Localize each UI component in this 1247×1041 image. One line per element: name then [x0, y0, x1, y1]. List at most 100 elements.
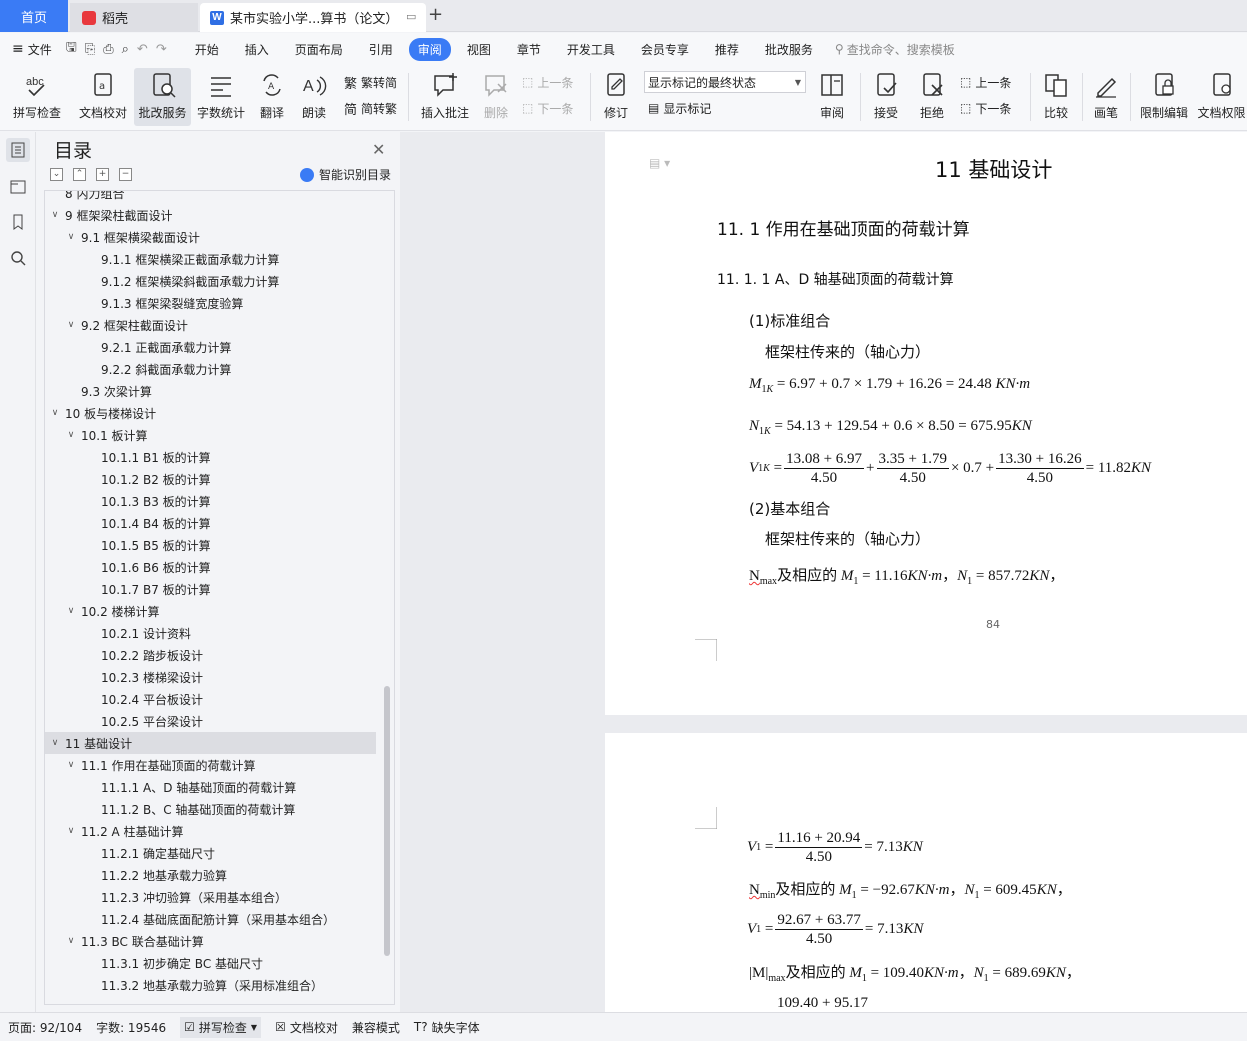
- print-preview-icon[interactable]: ⌕: [122, 42, 129, 57]
- toc-item[interactable]: 10.1.5 B5 板的计算: [45, 534, 376, 556]
- menu-member[interactable]: 会员专享: [631, 38, 699, 61]
- toc-item[interactable]: 9.2.1 正截面承载力计算: [45, 336, 376, 358]
- review-pane-button[interactable]: 审阅: [812, 68, 852, 126]
- compat-mode-indicator[interactable]: 兼容模式: [352, 1019, 400, 1036]
- toc-scrollbar[interactable]: [378, 191, 394, 1004]
- add-heading-icon[interactable]: +: [96, 168, 109, 181]
- simp-to-trad-button[interactable]: 简 简转繁: [344, 97, 397, 119]
- paragraph-layout-icon[interactable]: ▤ ▾: [649, 156, 670, 170]
- undo-icon[interactable]: ↶: [137, 42, 148, 57]
- toc-item[interactable]: 10.2.4 平台板设计: [45, 688, 376, 710]
- toc-item[interactable]: ∨ 10.2 楼梯计算: [45, 600, 376, 622]
- menu-review[interactable]: 审阅: [408, 37, 451, 61]
- close-icon[interactable]: ✕: [372, 140, 385, 159]
- new-tab-button[interactable]: +: [428, 4, 443, 25]
- toc-item[interactable]: ∨ 11 基础设计: [45, 732, 376, 754]
- page-indicator[interactable]: 页面: 92/104: [8, 1019, 82, 1036]
- markup-state-select[interactable]: 显示标记的最终状态 ▼: [644, 71, 806, 93]
- toc-item[interactable]: 10.1.6 B6 板的计算: [45, 556, 376, 578]
- toc-item[interactable]: 11.1.2 B、C 轴基础顶面的荷载计算: [45, 798, 376, 820]
- next-comment-button[interactable]: ⬚ 下一条: [522, 97, 573, 119]
- prev-change-button[interactable]: ⬚ 上一条: [960, 71, 1011, 93]
- toc-item[interactable]: 10.1.7 B7 板的计算: [45, 578, 376, 600]
- menu-recommend[interactable]: 推荐: [705, 38, 749, 61]
- toc-item[interactable]: 11.3.1 初步确定 BC 基础尺寸: [45, 952, 376, 974]
- pen-button[interactable]: 画笔: [1088, 68, 1124, 126]
- menu-insert[interactable]: 插入: [235, 38, 279, 61]
- menu-references[interactable]: 引用: [359, 38, 403, 61]
- bookmark-icon[interactable]: [6, 210, 30, 234]
- toc-item[interactable]: ∨ 9 框架梁柱截面设计: [45, 204, 376, 226]
- chevron-down-icon[interactable]: ∨: [65, 826, 77, 836]
- translate-button[interactable]: A 翻译: [252, 68, 292, 126]
- toc-item[interactable]: ∨ 9.1 框架横梁截面设计: [45, 226, 376, 248]
- menu-developer[interactable]: 开发工具: [557, 38, 625, 61]
- doc-proof-button[interactable]: a 文档校对: [72, 68, 134, 126]
- chevron-down-icon[interactable]: ∨: [49, 408, 61, 418]
- track-changes-button[interactable]: 修订: [596, 68, 636, 126]
- toc-item[interactable]: 9.3 次梁计算: [45, 380, 376, 402]
- delete-comment-button[interactable]: 删除: [478, 68, 514, 126]
- toc-item[interactable]: 11.3.2 地基承载力验算（采用标准组合）: [45, 974, 376, 996]
- menu-revise-service[interactable]: 批改服务: [755, 38, 823, 61]
- toc-item[interactable]: 11.2.4 基础底面配筋计算（采用基本组合）: [45, 908, 376, 930]
- toc-item[interactable]: 11.2.1 确定基础尺寸: [45, 842, 376, 864]
- read-aloud-button[interactable]: A 朗读: [296, 68, 332, 126]
- collapse-all-icon[interactable]: ⌄: [50, 168, 63, 181]
- find-icon[interactable]: [6, 246, 30, 270]
- file-menu[interactable]: ≡ 文件: [12, 41, 52, 58]
- toc-item[interactable]: 11.2.3 冲切验算（采用基本组合）: [45, 886, 376, 908]
- toc-item[interactable]: 11.1.1 A、D 轴基础顶面的荷载计算: [45, 776, 376, 798]
- word-count-button[interactable]: 字数统计: [193, 68, 249, 126]
- word-count-indicator[interactable]: 字数: 19546: [96, 1019, 166, 1036]
- toc-item[interactable]: 9.2.2 斜截面承载力计算: [45, 358, 376, 380]
- chevron-down-icon[interactable]: ∨: [65, 430, 77, 440]
- toc-item[interactable]: 9.1.3 框架梁裂缝宽度验算: [45, 292, 376, 314]
- revise-service-button[interactable]: 批改服务: [134, 68, 191, 126]
- toc-item[interactable]: ∨ 10 板与楼梯设计: [45, 402, 376, 424]
- chevron-down-icon[interactable]: ∨: [49, 738, 61, 748]
- doc-permission-button[interactable]: 文档权限: [1196, 68, 1247, 126]
- restrict-edit-button[interactable]: 限制编辑: [1136, 68, 1192, 126]
- toc-scrollbar-thumb[interactable]: [384, 686, 390, 956]
- smart-toc-button[interactable]: 智能识别目录: [300, 166, 391, 183]
- trad-to-simp-button[interactable]: 繁 繁转简: [344, 71, 397, 93]
- chevron-down-icon[interactable]: ∨: [65, 760, 77, 770]
- status-doc-proof[interactable]: ☒ 文档校对: [275, 1019, 338, 1036]
- redo-icon[interactable]: ↷: [156, 42, 167, 57]
- compare-button[interactable]: 比较: [1036, 68, 1076, 126]
- toc-item[interactable]: 10.2.2 踏步板设计: [45, 644, 376, 666]
- reject-button[interactable]: 拒绝: [912, 68, 952, 126]
- chevron-down-icon[interactable]: ∨: [49, 210, 61, 220]
- toc-item[interactable]: 8 内力组合: [45, 191, 376, 204]
- chapter-nav-icon[interactable]: [6, 174, 30, 198]
- tab-daoke[interactable]: 稻壳: [70, 3, 198, 32]
- save-icon[interactable]: 🖫: [66, 38, 77, 60]
- toc-item[interactable]: 9.1.2 框架横梁斜截面承载力计算: [45, 270, 376, 292]
- toc-item[interactable]: 11.2.2 地基承载力验算: [45, 864, 376, 886]
- accept-button[interactable]: 接受: [866, 68, 906, 126]
- menu-start[interactable]: 开始: [185, 38, 229, 61]
- export-pdf-icon[interactable]: ⎘: [85, 42, 95, 57]
- toc-item[interactable]: 10.1.2 B2 板的计算: [45, 468, 376, 490]
- menu-chapter[interactable]: 章节: [507, 38, 551, 61]
- menu-page-layout[interactable]: 页面布局: [285, 38, 353, 61]
- toc-item[interactable]: ∨ 10.1 板计算: [45, 424, 376, 446]
- toc-item[interactable]: 10.2.3 楼梯梁设计: [45, 666, 376, 688]
- expand-all-icon[interactable]: ⌃: [73, 168, 86, 181]
- tab-document[interactable]: W 某市实验小学...算书（论文） ▭: [200, 3, 426, 32]
- status-spell-check[interactable]: ☑ 拼写检查 ▼: [180, 1016, 262, 1038]
- chevron-down-icon[interactable]: ∨: [65, 606, 77, 616]
- toc-item[interactable]: 10.1.1 B1 板的计算: [45, 446, 376, 468]
- toc-panel-icon[interactable]: [6, 138, 30, 162]
- toc-item[interactable]: 10.2.5 平台梁设计: [45, 710, 376, 732]
- chevron-down-icon[interactable]: ∨: [65, 320, 77, 330]
- toc-item[interactable]: ∨ 9.2 框架柱截面设计: [45, 314, 376, 336]
- spell-check-button[interactable]: abc 拼写检查: [6, 68, 68, 126]
- toc-item[interactable]: ∨ 11.2 A 柱基础计算: [45, 820, 376, 842]
- print-icon[interactable]: ⎙: [103, 42, 113, 57]
- toc-item[interactable]: 10.1.3 B3 板的计算: [45, 490, 376, 512]
- next-change-button[interactable]: ⬚ 下一条: [960, 97, 1011, 119]
- remove-heading-icon[interactable]: −: [119, 168, 132, 181]
- tab-home[interactable]: 首页: [0, 0, 68, 32]
